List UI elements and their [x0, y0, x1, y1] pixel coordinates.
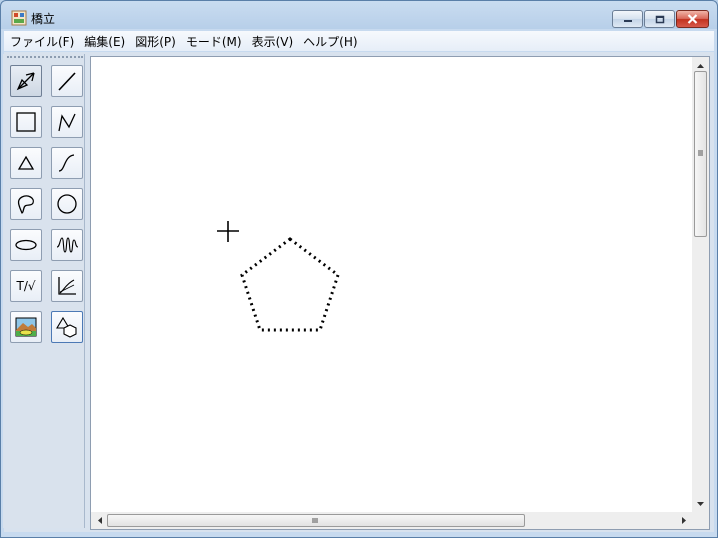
tool-image[interactable] [10, 311, 42, 343]
tool-rectangle[interactable] [10, 106, 42, 138]
tool-circle[interactable] [51, 188, 83, 220]
triangle-icon [17, 155, 35, 170]
image-icon [15, 317, 37, 337]
line-icon [58, 72, 76, 91]
app-icon [11, 10, 27, 26]
arrow-down-icon [697, 501, 704, 506]
tool-curve[interactable] [51, 147, 83, 179]
tool-triangle[interactable] [10, 147, 42, 179]
menu-file[interactable]: ファイル(F) [4, 31, 78, 51]
toolbox-grip[interactable] [7, 56, 83, 59]
circle-icon [57, 194, 77, 214]
select-arrow-icon [16, 72, 35, 91]
window-title: 橋立 [31, 12, 56, 26]
ellipse-icon [15, 239, 37, 251]
grip-icon [312, 518, 318, 523]
scroll-left-arrow[interactable] [91, 512, 108, 529]
horizontal-scroll-thumb[interactable] [107, 514, 525, 527]
tool-select[interactable] [10, 65, 42, 97]
grip-icon [698, 150, 703, 156]
graph-axes-icon [58, 277, 76, 295]
arrow-up-icon [697, 63, 704, 68]
rectangle-icon [16, 112, 36, 132]
pentagon-shape[interactable] [240, 237, 340, 332]
vertical-scroll-thumb[interactable] [694, 71, 707, 237]
polyline-icon [58, 113, 76, 132]
menu-mode[interactable]: モード(M) [180, 31, 246, 51]
menu-view[interactable]: 表示(V) [246, 31, 298, 51]
scrollbar-corner [692, 512, 709, 529]
freeform-shape-icon [17, 195, 34, 214]
minimize-button[interactable] [612, 10, 643, 28]
maximize-icon [655, 15, 664, 23]
title-bar[interactable]: 橋立 [1, 1, 717, 31]
menu-help[interactable]: ヘルプ(H) [297, 31, 361, 51]
menu-edit[interactable]: 編集(E) [78, 31, 129, 51]
menu-bar: ファイル(F) 編集(E) 図形(P) モード(M) 表示(V) ヘルプ(H) [4, 31, 714, 51]
shapes-icon [56, 316, 77, 338]
scroll-down-arrow[interactable] [692, 495, 709, 512]
close-button[interactable] [676, 10, 709, 28]
curve-icon [58, 154, 75, 172]
minimize-icon [623, 20, 632, 22]
spring-coil-icon [56, 237, 79, 253]
tool-line[interactable] [51, 65, 83, 97]
text-formula-label: T/√ [16, 279, 36, 293]
arrow-right-icon [681, 517, 686, 524]
crosshair-cursor-icon [217, 221, 239, 242]
tool-ellipse[interactable] [10, 229, 42, 261]
close-icon [687, 14, 698, 24]
arrow-left-icon [97, 517, 102, 524]
tool-freeform[interactable] [10, 188, 42, 220]
tool-spring[interactable] [51, 229, 83, 261]
scroll-right-arrow[interactable] [675, 512, 692, 529]
tool-shapes[interactable] [51, 311, 83, 343]
drawing-canvas[interactable] [91, 57, 692, 512]
tool-polyline[interactable] [51, 106, 83, 138]
menu-shape[interactable]: 図形(P) [129, 31, 180, 51]
tool-text-formula[interactable]: T/√ [10, 270, 42, 302]
tool-graph[interactable] [51, 270, 83, 302]
canvas-svg [217, 221, 340, 332]
maximize-button[interactable] [644, 10, 675, 28]
